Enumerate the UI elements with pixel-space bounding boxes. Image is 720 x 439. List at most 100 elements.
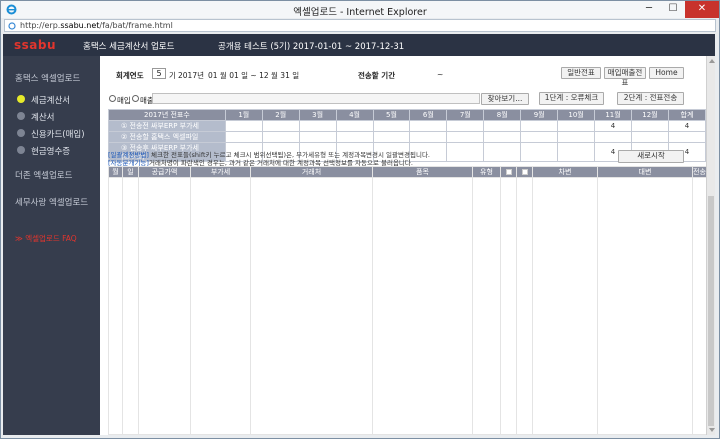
grid-body-cell (500, 177, 517, 435)
minimize-button[interactable]: ─ (637, 1, 661, 18)
checkbox-icon[interactable] (521, 169, 528, 175)
grid-body-cell (532, 177, 598, 435)
fiscal-range: 01 월 01 일 ~ 12 월 31 일 (208, 71, 300, 80)
grid-body-cell (250, 177, 373, 435)
grid-header-row: 월 일 공급가액 부가세 거래처 품목 유형 차변 대변 전송 (108, 166, 707, 178)
header-subtitle: 홈택스 세금계산서 업로드 (83, 42, 175, 52)
grid-col-day: 일 (122, 166, 139, 178)
summary-cell (446, 131, 485, 143)
summary-cell (630, 120, 669, 132)
summary-cell (520, 120, 559, 132)
month-header: 5월 (372, 109, 411, 121)
grid-col-vendor: 거래처 (250, 166, 373, 178)
month-header: 8월 (483, 109, 522, 121)
grid-body-cell (372, 177, 473, 435)
summary-cell (409, 131, 448, 143)
address-url: http://erp.ssabu.net/fa/bat/frame.html (20, 21, 173, 30)
radio-sales[interactable] (132, 95, 139, 102)
voucher-grid: 월 일 공급가액 부가세 거래처 품목 유형 차변 대변 전송 (108, 166, 707, 435)
month-header: 합계 (667, 109, 707, 121)
summary-cell (520, 142, 559, 162)
summary-cell (667, 131, 707, 143)
step1-error-check-button[interactable]: 1단계 : 오류체크 (539, 92, 604, 105)
dot-icon (17, 129, 25, 137)
grid-body-cell (138, 177, 191, 435)
summary-cell (594, 131, 632, 143)
summary-cell (446, 120, 485, 132)
summary-cell (557, 142, 596, 162)
app-header: ssabu 홈택스 세금계산서 업로드 공개용 테스트 (5기) 2017-01… (3, 34, 715, 56)
month-header: 7월 (446, 109, 485, 121)
summary-cell (409, 120, 448, 132)
sidebar-section-douzone[interactable]: 더존 엑셀업로드 (15, 169, 72, 181)
grid-body-cell (108, 177, 123, 435)
sidebar-section-semusarang[interactable]: 세무사랑 엑셀업로드 (15, 196, 88, 208)
summary-cell (483, 131, 522, 143)
term-suffix: 기 (169, 71, 176, 80)
browse-button[interactable]: 찾아보기... (481, 93, 529, 105)
month-header: 3월 (298, 109, 337, 121)
summary-header-row: 2017년 전표수 1월 2월 3월 4월 5월 6월 7월 8월 9월 10월… (108, 109, 707, 121)
month-header: 9월 (520, 109, 559, 121)
grid-body-cell (597, 177, 693, 435)
title-bar: 엑셀업로드 - Internet Explorer ─ ☐ ✕ (1, 1, 719, 18)
month-header: 4월 (335, 109, 374, 121)
purchase-sales-voucher-button[interactable]: 매입매출전표 (604, 67, 646, 87)
scroll-up-icon[interactable] (709, 59, 715, 63)
summary-cell (298, 120, 337, 132)
grid-body-cell (190, 177, 251, 435)
month-header: 10월 (557, 109, 596, 121)
summary-cell: 4 (594, 120, 632, 132)
grid-col-type: 유형 (472, 166, 501, 178)
summary-cell (557, 131, 596, 143)
summary-cell (483, 142, 522, 162)
summary-row-label: ② 전송할 홈택스 엑셀파일 (108, 131, 226, 143)
active-dot-icon (17, 95, 25, 103)
summary-row-hometax: ② 전송할 홈택스 엑셀파일 (108, 131, 707, 143)
maximize-button[interactable]: ☐ (661, 1, 685, 18)
summary-cell (630, 131, 669, 143)
summary-row-before: ① 전송전 싸부ERP 부가세 4 4 (108, 120, 707, 132)
restart-button[interactable]: 새로시작 (618, 150, 684, 163)
grid-body-cell (472, 177, 501, 435)
general-voucher-button[interactable]: 일반전표 (561, 67, 601, 79)
summary-cell: 4 (667, 120, 707, 132)
grid-col-check1[interactable] (500, 166, 517, 178)
faq-link[interactable]: ≫ 엑셀업로드 FAQ (15, 233, 77, 244)
month-header: 2월 (261, 109, 300, 121)
term-input[interactable]: 5 (152, 68, 166, 79)
month-header: 6월 (409, 109, 448, 121)
transmit-period-label: 전송할 기간 (358, 71, 396, 80)
fiscal-year-label: 회계연도 (116, 71, 144, 80)
scroll-down-icon[interactable] (709, 428, 715, 432)
month-header: 11월 (594, 109, 632, 121)
brand-logo[interactable]: ssabu (14, 38, 56, 52)
step2-transmit-button[interactable]: 2단계 : 전표전송 (617, 92, 684, 105)
grid-col-credit: 대변 (597, 166, 693, 178)
close-button[interactable]: ✕ (685, 1, 719, 18)
month-header: 12월 (630, 109, 669, 121)
address-bar[interactable]: http://erp.ssabu.net/fa/bat/frame.html (4, 19, 716, 32)
grid-col-supply-amount: 공급가액 (138, 166, 191, 178)
vertical-scrollbar[interactable] (706, 56, 715, 435)
summary-cell (483, 120, 522, 132)
sidebar-section-hometax[interactable]: 홈택스 엑셀업로드 (15, 72, 80, 84)
grid-col-check2[interactable] (516, 166, 533, 178)
grid-body-cell (692, 177, 707, 435)
summary-cell (520, 131, 559, 143)
dot-icon (17, 112, 25, 120)
summary-corner: 2017년 전표수 (108, 109, 226, 121)
grid-col-vat: 부가세 (190, 166, 251, 178)
sidebar: 홈택스 엑셀업로드 세금계산서 계산서 신용카드(매입) 현금영수증 더존 엑셀… (3, 56, 100, 435)
summary-row-label: ① 전송전 싸부ERP 부가세 (108, 120, 226, 132)
checkbox-icon[interactable] (505, 169, 512, 175)
radio-purchase[interactable] (109, 95, 116, 102)
summary-cell (372, 120, 411, 132)
file-path-input[interactable] (152, 93, 480, 104)
dot-icon (17, 146, 25, 154)
summary-cell (261, 120, 300, 132)
home-button[interactable]: Home (649, 67, 684, 79)
summary-cell (557, 120, 596, 132)
company-period-info: 공개용 테스트 (5기) 2017-01-01 ~ 2017-12-31 (218, 42, 405, 52)
scroll-thumb[interactable] (708, 196, 714, 426)
